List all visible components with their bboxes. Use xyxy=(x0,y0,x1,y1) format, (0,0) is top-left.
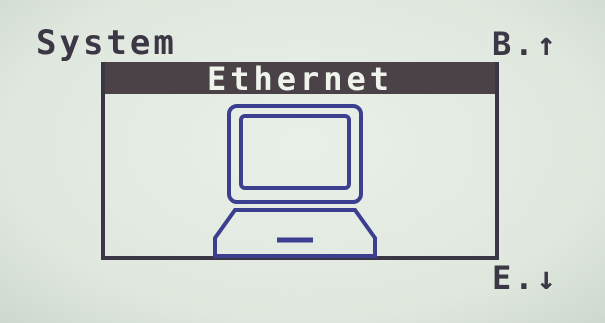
laptop-computer-icon xyxy=(213,104,377,258)
nav-up-button[interactable]: B.↑ xyxy=(492,28,559,60)
nav-down-button[interactable]: E.↓ xyxy=(492,262,559,294)
screen-title: System xyxy=(36,23,177,63)
lcd-screen: System B.↑ Ethernet E.↓ xyxy=(0,0,605,323)
